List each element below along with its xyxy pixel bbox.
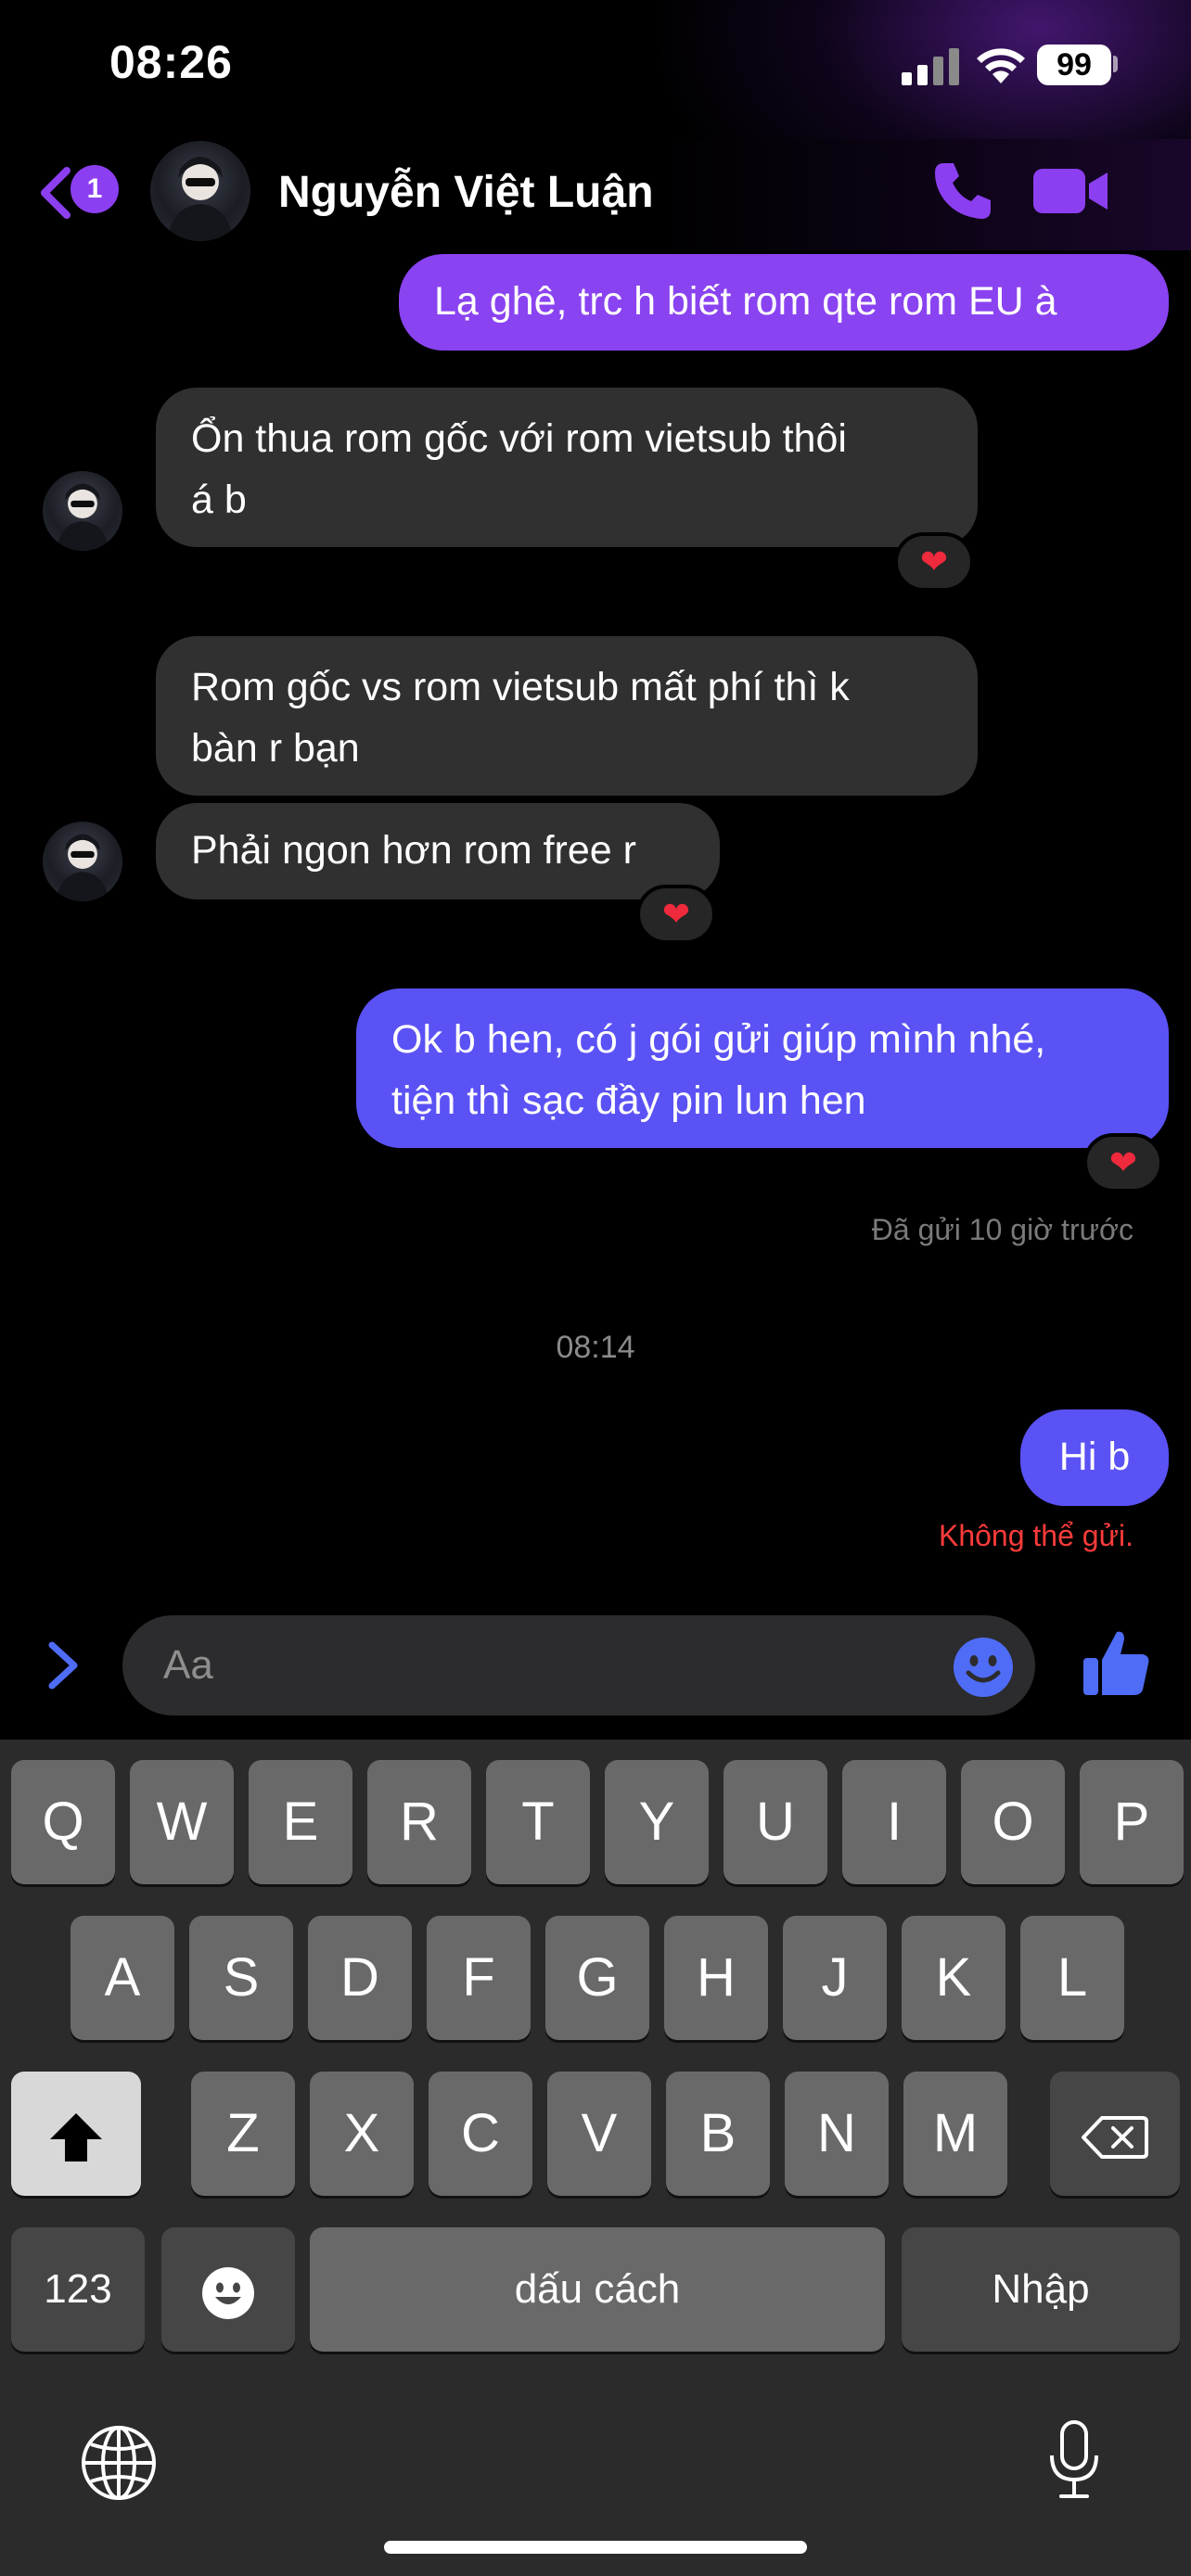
key-u[interactable]: U bbox=[724, 1760, 827, 1884]
key-d[interactable]: D bbox=[308, 1916, 412, 2040]
key-k[interactable]: K bbox=[902, 1916, 1005, 2040]
shift-arrow-icon bbox=[50, 2112, 102, 2162]
key-n[interactable]: N bbox=[785, 2072, 889, 2196]
message-text-line: Ổn thua rom gốc với rom vietsub thôi bbox=[191, 416, 847, 461]
backspace-icon bbox=[1082, 2115, 1148, 2159]
shift-key[interactable] bbox=[11, 2072, 141, 2196]
status-time: 08:26 bbox=[109, 36, 233, 88]
emoji-icon[interactable] bbox=[952, 1636, 1015, 1699]
key-j[interactable]: J bbox=[783, 1916, 887, 2040]
key-y[interactable]: Y bbox=[605, 1760, 709, 1884]
key-v[interactable]: V bbox=[547, 2072, 651, 2196]
message-text-line: Ok b hen, có j gói gửi giúp mình nhé, bbox=[391, 1017, 1046, 1062]
battery-icon: 99 bbox=[1037, 45, 1111, 85]
space-key[interactable]: dấu cách bbox=[310, 2227, 885, 2352]
contact-avatar[interactable] bbox=[150, 141, 250, 241]
key-s[interactable]: S bbox=[189, 1916, 293, 2040]
message-text-line: tiện thì sạc đầy pin lun hen bbox=[391, 1078, 866, 1123]
message-bubble-incoming[interactable]: Ổn thua rom gốc với rom vietsub thôi á b bbox=[156, 388, 978, 547]
message-bubble-outgoing[interactable]: Ok b hen, có j gói gửi giúp mình nhé, ti… bbox=[356, 988, 1169, 1148]
heart-reaction-icon[interactable]: ❤ bbox=[1083, 1133, 1163, 1192]
key-e[interactable]: E bbox=[249, 1760, 352, 1884]
key-h[interactable]: H bbox=[664, 1916, 768, 2040]
message-bubble-outgoing[interactable]: Lạ ghê, trc h biết rom qte rom EU à bbox=[399, 254, 1169, 351]
sent-status: Đã gửi 10 giờ trước bbox=[871, 1213, 1133, 1246]
key-i[interactable]: I bbox=[842, 1760, 946, 1884]
unread-count-badge[interactable]: 1 bbox=[70, 165, 119, 213]
key-g[interactable]: G bbox=[545, 1916, 649, 2040]
video-call-icon[interactable] bbox=[1033, 165, 1109, 217]
message-input[interactable] bbox=[122, 1615, 1035, 1715]
battery-tip bbox=[1113, 56, 1118, 72]
key-z[interactable]: Z bbox=[191, 2072, 295, 2196]
key-p[interactable]: P bbox=[1080, 1760, 1184, 1884]
key-r[interactable]: R bbox=[367, 1760, 471, 1884]
emoji-keyboard-key[interactable] bbox=[161, 2227, 295, 2352]
message-bubble-incoming[interactable]: Phải ngon hơn rom free r bbox=[156, 803, 720, 899]
message-text: Phải ngon hơn rom free r bbox=[191, 828, 636, 873]
contact-name[interactable]: Nguyễn Việt Luận bbox=[278, 167, 654, 218]
key-f[interactable]: F bbox=[427, 1916, 531, 2040]
time-separator: 08:14 bbox=[556, 1330, 635, 1365]
thumbs-up-icon[interactable] bbox=[1082, 1628, 1152, 1699]
message-text: Hi b bbox=[1058, 1435, 1131, 1479]
return-key[interactable]: Nhập bbox=[902, 2227, 1180, 2352]
heart-reaction-icon[interactable]: ❤ bbox=[894, 532, 974, 592]
message-text-line: Rom gốc vs rom vietsub mất phí thì k bbox=[191, 665, 850, 709]
key-x[interactable]: X bbox=[310, 2072, 414, 2196]
backspace-key[interactable] bbox=[1050, 2072, 1180, 2196]
wifi-icon bbox=[977, 48, 1025, 83]
sender-avatar[interactable] bbox=[43, 471, 122, 551]
message-text-line: á b bbox=[191, 478, 247, 522]
numbers-key[interactable]: 123 bbox=[11, 2227, 145, 2352]
emoji-keyboard-icon bbox=[202, 2266, 254, 2319]
key-t[interactable]: T bbox=[486, 1760, 590, 1884]
key-l[interactable]: L bbox=[1020, 1916, 1124, 2040]
failed-status[interactable]: Không thể gửi. bbox=[0, 1519, 1133, 1553]
message-text-line: bàn r bạn bbox=[191, 726, 360, 771]
message-bubble-outgoing[interactable]: Hi b bbox=[1020, 1409, 1169, 1506]
phone-call-icon[interactable] bbox=[931, 159, 994, 223]
globe-icon[interactable] bbox=[80, 2424, 158, 2502]
microphone-icon[interactable] bbox=[1046, 2418, 1102, 2502]
key-c[interactable]: C bbox=[429, 2072, 532, 2196]
key-a[interactable]: A bbox=[70, 1916, 174, 2040]
key-q[interactable]: Q bbox=[11, 1760, 115, 1884]
key-m[interactable]: M bbox=[903, 2072, 1007, 2196]
key-b[interactable]: B bbox=[666, 2072, 770, 2196]
message-text: Lạ ghê, trc h biết rom qte rom EU à bbox=[434, 279, 1057, 324]
heart-reaction-icon[interactable]: ❤ bbox=[636, 885, 716, 944]
expand-actions-icon[interactable] bbox=[45, 1639, 82, 1691]
cellular-signal-icon bbox=[902, 48, 959, 85]
key-o[interactable]: O bbox=[961, 1760, 1065, 1884]
home-indicator[interactable] bbox=[384, 2541, 807, 2554]
key-w[interactable]: W bbox=[130, 1760, 234, 1884]
message-bubble-incoming[interactable]: Rom gốc vs rom vietsub mất phí thì k bàn… bbox=[156, 636, 978, 796]
sender-avatar[interactable] bbox=[43, 822, 122, 901]
